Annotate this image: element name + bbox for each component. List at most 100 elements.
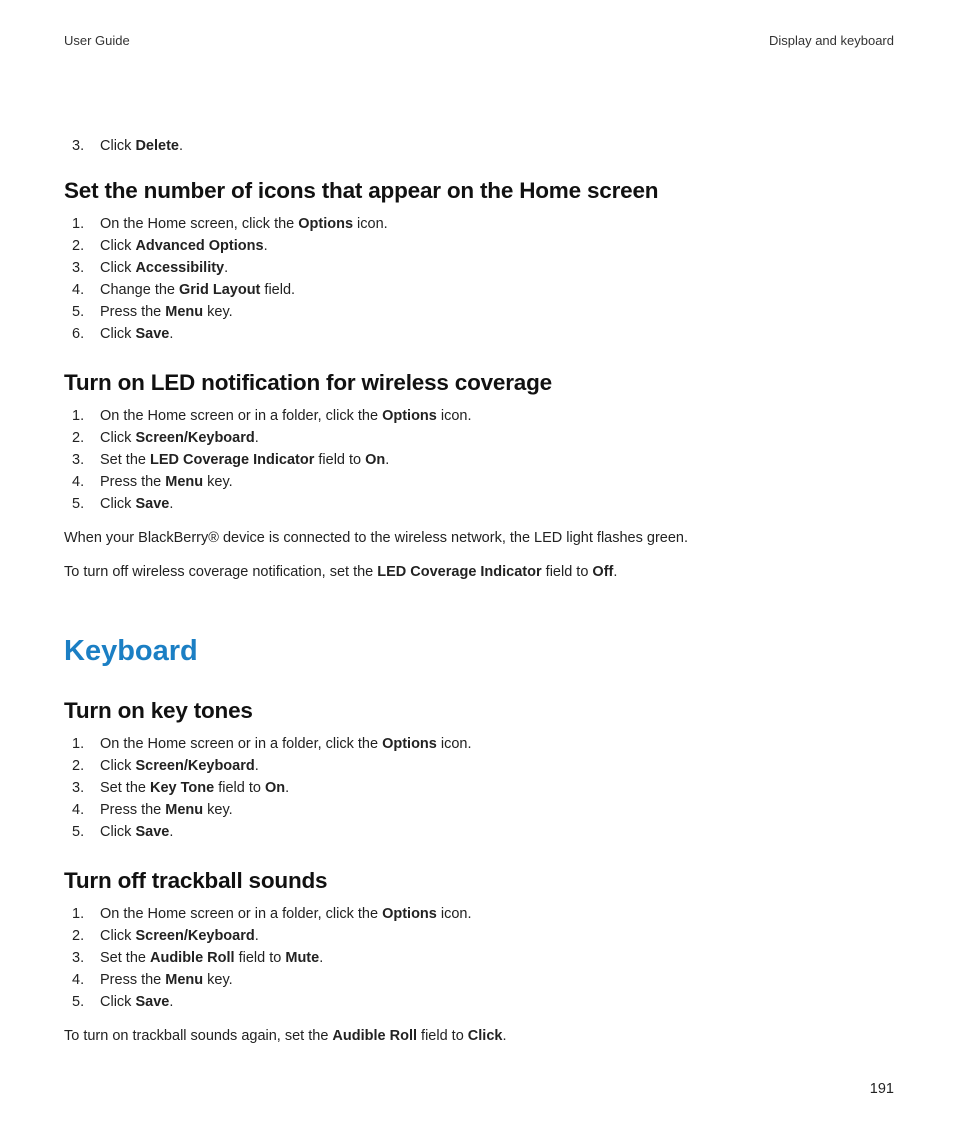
chapter-heading: Keyboard	[64, 635, 894, 668]
text-fragment: Save	[135, 994, 169, 1010]
text-fragment: Click	[468, 1028, 503, 1044]
text-fragment: Click	[100, 994, 135, 1010]
step-item: Press the Menu key.	[64, 800, 894, 820]
text-fragment: key.	[203, 304, 233, 320]
section-heading: Turn on LED notification for wireless co…	[64, 370, 894, 396]
text-fragment: Press the	[100, 474, 165, 490]
step-list: On the Home screen or in a folder, click…	[64, 734, 894, 842]
step-list: On the Home screen, click the Options ic…	[64, 214, 894, 344]
text-fragment: On the Home screen or in a folder, click…	[100, 736, 382, 752]
text-fragment: .	[255, 928, 259, 944]
text-fragment: field to	[314, 452, 365, 468]
text-fragment: icon.	[437, 906, 472, 922]
paragraph: To turn on trackball sounds again, set t…	[64, 1026, 894, 1046]
step-item: Click Save.	[64, 992, 894, 1012]
text-fragment: Off	[592, 564, 613, 580]
text-fragment: Save	[135, 496, 169, 512]
step-item: On the Home screen or in a folder, click…	[64, 734, 894, 754]
text-fragment: .	[169, 326, 173, 342]
text-fragment: key.	[203, 972, 233, 988]
paragraph: To turn off wireless coverage notificati…	[64, 562, 894, 582]
text-fragment: Click	[100, 496, 135, 512]
text-fragment: Click	[100, 430, 135, 446]
step-item: Set the Key Tone field to On.	[64, 778, 894, 798]
text-fragment: Press the	[100, 802, 165, 818]
text-fragment: .	[264, 238, 268, 254]
text-fragment: LED Coverage Indicator	[150, 452, 314, 468]
section: Turn on key tones On the Home screen or i…	[64, 698, 894, 842]
text-fragment: Menu	[165, 304, 203, 320]
text-fragment: Menu	[165, 972, 203, 988]
step-item: Click Save.	[64, 822, 894, 842]
text-fragment: Audible Roll	[332, 1028, 417, 1044]
section-heading: Turn on key tones	[64, 698, 894, 724]
text-fragment: Grid Layout	[179, 282, 260, 298]
text-fragment: Options	[382, 408, 437, 424]
text-fragment: .	[319, 950, 323, 966]
text-fragment: Key Tone	[150, 780, 214, 796]
text-fragment: Press the	[100, 972, 165, 988]
text-fragment: key.	[203, 802, 233, 818]
text-fragment: Mute	[285, 950, 319, 966]
text-fragment: Set the	[100, 452, 150, 468]
text-fragment: icon.	[437, 736, 472, 752]
header-right: Display and keyboard	[769, 33, 894, 48]
page-content: Click Delete.Set the number of icons tha…	[64, 136, 894, 1046]
text-fragment: On	[265, 780, 285, 796]
step-item: On the Home screen or in a folder, click…	[64, 406, 894, 426]
text-fragment: Click	[100, 928, 135, 944]
step-item: Click Screen/Keyboard.	[64, 428, 894, 448]
text-fragment: Screen/Keyboard	[135, 928, 254, 944]
text-fragment: field to	[542, 564, 593, 580]
text-fragment: Accessibility	[135, 260, 224, 276]
text-fragment: Click	[100, 824, 135, 840]
text-fragment: Advanced Options	[135, 238, 263, 254]
text-fragment: .	[613, 564, 617, 580]
step-item: Press the Menu key.	[64, 970, 894, 990]
text-fragment: Screen/Keyboard	[135, 430, 254, 446]
step-item: Press the Menu key.	[64, 472, 894, 492]
text-fragment: Options	[298, 216, 353, 232]
step-item: Click Save.	[64, 324, 894, 344]
step-item: Set the Audible Roll field to Mute.	[64, 948, 894, 968]
text-fragment: .	[179, 138, 183, 154]
text-fragment: .	[169, 994, 173, 1010]
text-fragment: .	[224, 260, 228, 276]
text-fragment: On	[365, 452, 385, 468]
section: Turn off trackball soundsOn the Home scr…	[64, 868, 894, 1046]
text-fragment: LED Coverage Indicator	[377, 564, 541, 580]
text-fragment: Menu	[165, 802, 203, 818]
text-fragment: Press the	[100, 304, 165, 320]
text-fragment: Click	[100, 238, 135, 254]
text-fragment: Delete	[135, 138, 179, 154]
text-fragment: Click	[100, 326, 135, 342]
text-fragment: Options	[382, 906, 437, 922]
text-fragment: .	[502, 1028, 506, 1044]
text-fragment: field to	[214, 780, 265, 796]
text-fragment: On the Home screen or in a folder, click…	[100, 906, 382, 922]
step-item: Press the Menu key.	[64, 302, 894, 322]
step-item: On the Home screen, click the Options ic…	[64, 214, 894, 234]
page-number: 191	[870, 1081, 894, 1097]
text-fragment: Set the	[100, 780, 150, 796]
text-fragment: icon.	[353, 216, 388, 232]
text-fragment: Options	[382, 736, 437, 752]
text-fragment: On the Home screen, click the	[100, 216, 298, 232]
text-fragment: field.	[260, 282, 295, 298]
text-fragment: To turn on trackball sounds again, set t…	[64, 1028, 332, 1044]
text-fragment: Menu	[165, 474, 203, 490]
text-fragment: Screen/Keyboard	[135, 758, 254, 774]
step-item: Click Delete.	[64, 136, 894, 156]
text-fragment: .	[285, 780, 289, 796]
text-fragment: When your BlackBerry® device is connecte…	[64, 530, 688, 546]
step-list: On the Home screen or in a folder, click…	[64, 406, 894, 514]
section: Set the number of icons that appear on t…	[64, 178, 894, 344]
step-item: Click Screen/Keyboard.	[64, 756, 894, 776]
text-fragment: Save	[135, 326, 169, 342]
step-item: On the Home screen or in a folder, click…	[64, 904, 894, 924]
step-list-continued: Click Delete.	[64, 136, 894, 156]
text-fragment: Change the	[100, 282, 179, 298]
text-fragment: To turn off wireless coverage notificati…	[64, 564, 377, 580]
text-fragment: .	[169, 824, 173, 840]
text-fragment: .	[255, 758, 259, 774]
